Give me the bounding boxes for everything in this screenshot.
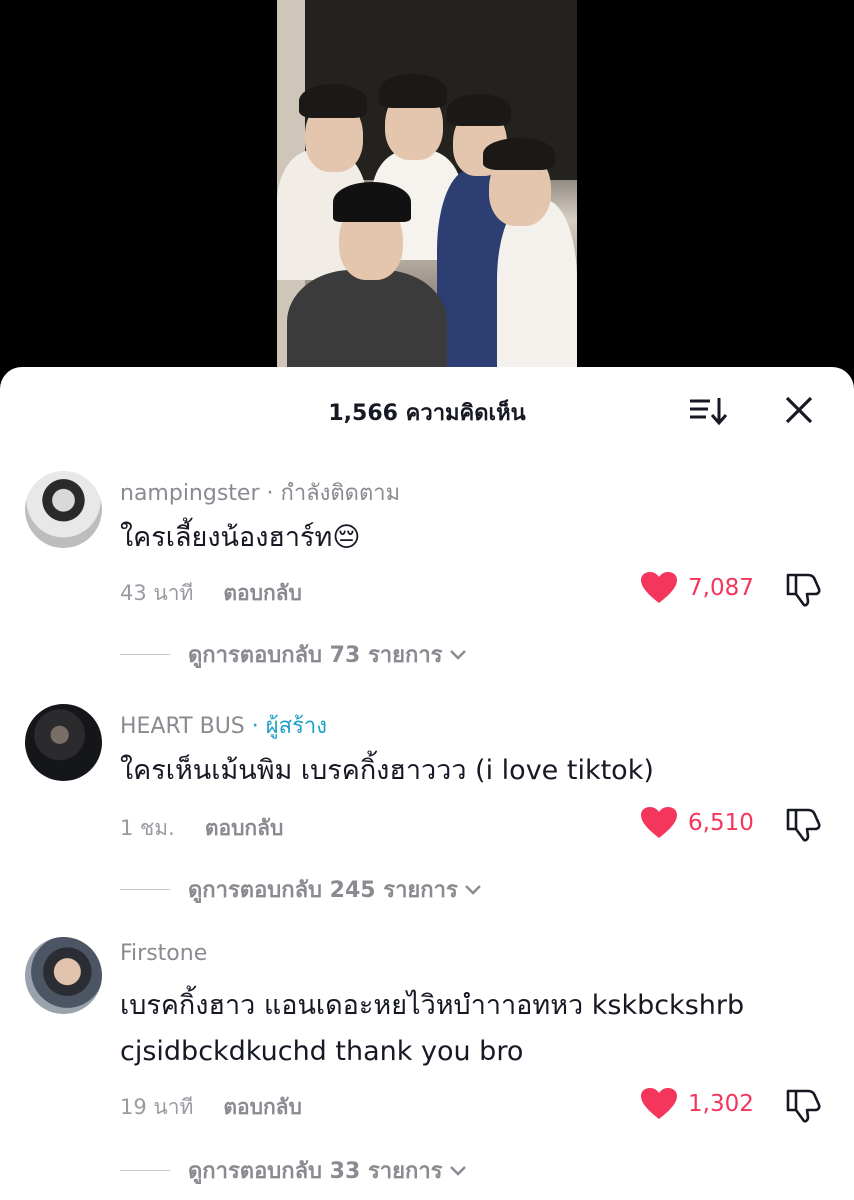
like-button[interactable]: 1,302 (640, 1087, 754, 1121)
avatar[interactable] (25, 471, 102, 548)
following-tag: กำลังติดตาม (280, 481, 401, 506)
dislike-button[interactable] (784, 1087, 822, 1123)
replies-divider (120, 888, 170, 891)
like-count: 1,302 (688, 1091, 754, 1117)
close-button[interactable] (782, 393, 816, 427)
replies-divider (120, 1169, 170, 1172)
heart-icon (641, 572, 677, 603)
heart-icon (641, 1088, 677, 1119)
reply-button[interactable]: ตอบกลับ (223, 581, 302, 605)
chevron-down-icon (464, 884, 481, 895)
comment-text: เบรคกิ้งฮาว แอนเดอะหยไวิหบำาาอทหว kskbck… (120, 990, 745, 1067)
comment-text: ใครเห็นเม้นพิม เบรคกิ้งฮาววว (i love tik… (120, 755, 654, 786)
video-area[interactable] (0, 0, 854, 400)
person-hair (299, 84, 367, 118)
comment-username[interactable]: HEART BUS (120, 714, 245, 739)
comments-header: 1,566 ความคิดเห็น (0, 367, 854, 451)
view-replies-label: ดูการตอบกลับ 33 รายการ (188, 1159, 443, 1184)
dislike-icon (786, 808, 821, 842)
comment-meta: 1 ชม. ตอบกลับ (120, 812, 283, 845)
dislike-icon (786, 1089, 821, 1123)
dislike-button[interactable] (784, 806, 822, 842)
like-count: 7,087 (688, 575, 754, 601)
heart-icon (641, 807, 677, 838)
comment-time: 43 นาที (120, 581, 194, 605)
dislike-icon (786, 573, 821, 607)
person-cap (333, 182, 411, 222)
like-count: 6,510 (688, 810, 754, 836)
avatar[interactable] (25, 704, 102, 781)
comment-username[interactable]: nampingster (120, 481, 260, 506)
reply-button[interactable]: ตอบกลับ (223, 1095, 302, 1119)
comment-time: 19 นาที (120, 1095, 194, 1119)
dislike-button[interactable] (784, 571, 822, 607)
chevron-down-icon (449, 649, 466, 660)
reply-button[interactable]: ตอบกลับ (205, 816, 284, 840)
view-replies-label: ดูการตอบกลับ 245 รายการ (188, 878, 458, 903)
comment-meta: 43 นาที ตอบกลับ (120, 577, 302, 610)
comment-author-line: Firstone (120, 941, 207, 966)
view-replies-label: ดูการตอบกลับ 73 รายการ (188, 643, 443, 668)
comment-text: ใครเลี้ยงน้องฮาร์ท😔 (120, 522, 361, 553)
comment-time: 1 ชม. (120, 816, 175, 840)
sort-button[interactable] (688, 395, 728, 427)
creator-tag: ผู้สร้าง (265, 714, 327, 739)
comment-author-line: nampingster · กำลังติดตาม (120, 475, 400, 510)
comment-username[interactable]: Firstone (120, 941, 207, 966)
view-replies-button[interactable]: ดูการตอบกลับ 73 รายการ (120, 637, 467, 672)
sort-icon (690, 398, 728, 426)
person-hair (483, 138, 555, 170)
view-replies-button[interactable]: ดูการตอบกลับ 245 รายการ (120, 872, 482, 907)
replies-divider (120, 653, 170, 656)
video-thumbnail[interactable] (277, 0, 577, 400)
view-replies-button[interactable]: ดูการตอบกลับ 33 รายการ (120, 1153, 467, 1188)
avatar[interactable] (25, 937, 102, 1014)
person-hair (379, 74, 447, 108)
person-hair (447, 94, 511, 126)
separator: · (259, 481, 281, 506)
comments-sheet: 1,566 ความคิดเห็น nampingster · กำลังติด… (0, 367, 854, 1200)
chevron-down-icon (449, 1165, 466, 1176)
like-button[interactable]: 7,087 (640, 571, 754, 605)
like-button[interactable]: 6,510 (640, 806, 754, 840)
separator: · (244, 714, 266, 739)
close-icon (785, 396, 813, 424)
comment-meta: 19 นาที ตอบกลับ (120, 1091, 302, 1124)
comment-author-line: HEART BUS · ผู้สร้าง (120, 708, 327, 743)
